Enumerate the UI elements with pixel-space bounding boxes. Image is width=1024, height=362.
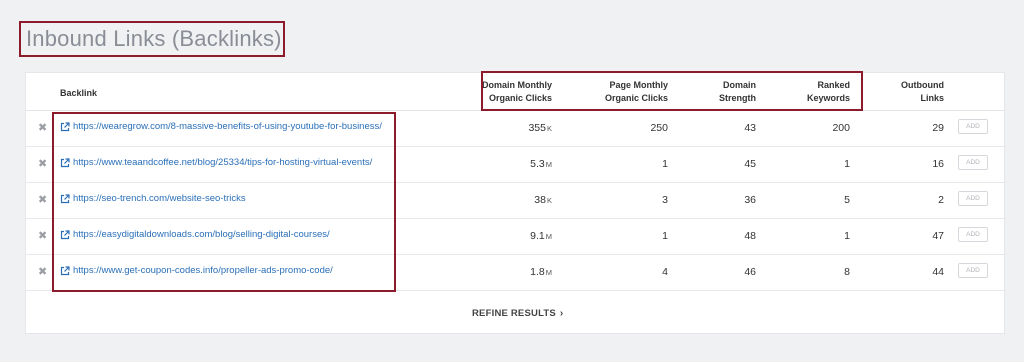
remove-icon[interactable]: ✖ <box>38 229 47 242</box>
external-link-icon <box>60 265 70 275</box>
ranked-keywords: 1 <box>844 230 850 242</box>
col-header-page-monthly-clicks[interactable]: Page Monthly Organic Clicks <box>605 79 668 105</box>
remove-icon[interactable]: ✖ <box>38 193 47 206</box>
outbound-links: 2 <box>938 194 944 206</box>
value: 5.3 <box>530 158 545 170</box>
value: 9.1 <box>530 230 545 242</box>
external-link-icon <box>60 121 70 131</box>
domain-monthly-clicks: 355K <box>528 122 552 134</box>
domain-strength: 48 <box>744 230 756 242</box>
value: 355 <box>528 122 546 134</box>
unit: M <box>545 160 552 169</box>
backlink-cell: https://seo-trench.com/website-seo-trick… <box>60 193 246 204</box>
outbound-links: 29 <box>932 122 944 134</box>
table-row: ✖ https://www.get-coupon-codes.info/prop… <box>26 254 1004 291</box>
unit: M <box>545 232 552 241</box>
backlink-url[interactable]: https://www.teaandcoffee.net/blog/25334/… <box>73 157 372 168</box>
unit: K <box>546 196 552 205</box>
table-row: ✖ https://www.teaandcoffee.net/blog/2533… <box>26 146 1004 183</box>
outbound-links: 47 <box>932 230 944 242</box>
col-header-domain-monthly-clicks[interactable]: Domain Monthly Organic Clicks <box>482 79 552 105</box>
page-monthly-clicks: 3 <box>662 194 668 206</box>
page-monthly-clicks: 250 <box>650 122 668 134</box>
page-monthly-clicks: 1 <box>662 230 668 242</box>
value: 38 <box>534 194 546 206</box>
domain-monthly-clicks: 38K <box>534 194 552 206</box>
col-header-line: Keywords <box>806 93 850 103</box>
table-row: ✖ https://wearegrow.com/8-massive-benefi… <box>26 110 1004 147</box>
backlink-cell: https://www.get-coupon-codes.info/propel… <box>60 265 333 276</box>
external-link-icon <box>60 157 70 167</box>
domain-monthly-clicks: 5.3M <box>530 158 552 170</box>
domain-strength: 46 <box>744 266 756 278</box>
domain-monthly-clicks: 1.8M <box>530 266 552 278</box>
domain-monthly-clicks: 9.1M <box>530 230 552 242</box>
backlink-url[interactable]: https://wearegrow.com/8-massive-benefits… <box>73 121 382 132</box>
remove-icon[interactable]: ✖ <box>38 265 47 278</box>
page-monthly-clicks: 4 <box>662 266 668 278</box>
refine-results-label: REFINE RESULTS <box>472 308 556 319</box>
col-header-line: Domain <box>722 80 756 90</box>
ranked-keywords: 1 <box>844 158 850 170</box>
add-button[interactable]: ADD <box>958 191 988 206</box>
remove-icon[interactable]: ✖ <box>38 121 47 134</box>
backlink-cell: https://www.teaandcoffee.net/blog/25334/… <box>60 157 372 168</box>
table-row: ✖ https://easydigitaldownloads.com/blog/… <box>26 218 1004 255</box>
col-header-backlink[interactable]: Backlink <box>60 87 97 100</box>
ranked-keywords: 200 <box>832 122 850 134</box>
col-header-domain-strength[interactable]: Domain Strength <box>719 79 756 105</box>
domain-strength: 36 <box>744 194 756 206</box>
remove-icon[interactable]: ✖ <box>38 157 47 170</box>
chevron-right-icon: › <box>559 308 564 319</box>
ranked-keywords: 5 <box>844 194 850 206</box>
col-header-line: Domain Monthly <box>482 80 552 90</box>
ranked-keywords: 8 <box>844 266 850 278</box>
col-header-line: Page Monthly <box>609 80 668 90</box>
outbound-links: 16 <box>932 158 944 170</box>
backlinks-table-panel: Backlink Domain Monthly Organic Clicks P… <box>25 72 1005 334</box>
unit: K <box>546 124 552 133</box>
domain-strength: 43 <box>744 122 756 134</box>
backlink-url[interactable]: https://www.get-coupon-codes.info/propel… <box>73 265 333 276</box>
add-button[interactable]: ADD <box>958 155 988 170</box>
backlink-url[interactable]: https://seo-trench.com/website-seo-trick… <box>73 193 246 204</box>
value: 1.8 <box>530 266 545 278</box>
unit: M <box>545 268 552 277</box>
col-header-line: Organic Clicks <box>604 93 668 103</box>
domain-strength: 45 <box>744 158 756 170</box>
table-header: Backlink Domain Monthly Organic Clicks P… <box>26 73 1004 111</box>
backlink-cell: https://wearegrow.com/8-massive-benefits… <box>60 121 382 132</box>
col-header-line: Organic Clicks <box>488 93 552 103</box>
col-header-ranked-keywords[interactable]: Ranked Keywords <box>807 79 850 105</box>
add-button[interactable]: ADD <box>958 227 988 242</box>
page-monthly-clicks: 1 <box>662 158 668 170</box>
table-row: ✖ https://seo-trench.com/website-seo-tri… <box>26 182 1004 219</box>
external-link-icon <box>60 229 70 239</box>
col-header-line: Links <box>920 93 944 103</box>
col-header-outbound-links[interactable]: Outbound Links <box>901 79 944 105</box>
backlink-url[interactable]: https://easydigitaldownloads.com/blog/se… <box>73 229 330 240</box>
refine-results-button[interactable]: REFINE RESULTS › <box>472 308 563 319</box>
col-header-line: Ranked <box>817 80 850 90</box>
page-title: Inbound Links (Backlinks) <box>26 26 282 51</box>
backlink-cell: https://easydigitaldownloads.com/blog/se… <box>60 229 330 240</box>
col-header-line: Strength <box>719 93 756 103</box>
add-button[interactable]: ADD <box>958 119 988 134</box>
external-link-icon <box>60 193 70 203</box>
add-button[interactable]: ADD <box>958 263 988 278</box>
col-header-line: Outbound <box>901 80 944 90</box>
outbound-links: 44 <box>932 266 944 278</box>
